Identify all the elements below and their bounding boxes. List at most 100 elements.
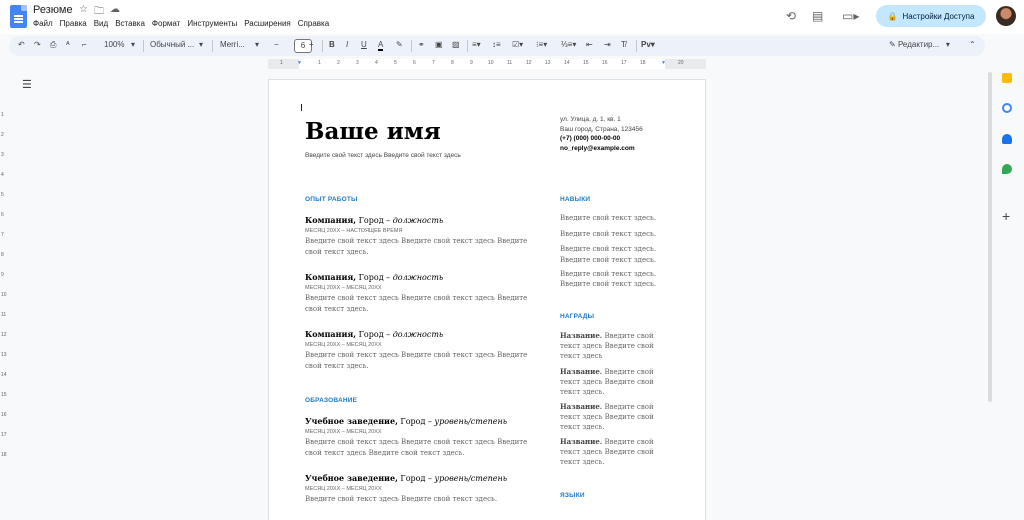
checklist-icon[interactable]: ☑▾ [512,40,523,49]
ruler-tick: 12 [1,332,7,338]
award-item[interactable]: Название. Введите свой текст здесь Введи… [560,437,655,467]
italic-icon[interactable]: I [346,40,348,49]
comment-icon[interactable]: ▤ [812,9,823,23]
font-select[interactable]: Merri... [220,40,245,49]
menu-extensions[interactable]: Расширения [244,19,291,28]
side-panel: + [996,56,1024,512]
section-education-heading[interactable]: ОБРАЗОВАНИЕ [305,397,357,404]
ruler-tick: 14 [1,372,7,378]
ruler-tick: 10 [1,292,7,298]
zoom-select[interactable]: 100% [104,40,124,49]
link-icon[interactable]: ⚭ [418,40,425,49]
increase-indent-icon[interactable]: ⇥ [604,40,611,49]
right-indent-marker-icon[interactable]: ▼ [661,60,666,66]
education-degree: уровень/степень [434,417,508,426]
increase-font-icon[interactable]: + [309,40,314,49]
education-entry[interactable]: Учебное заведение, Город – уровень/степе… [305,473,535,505]
ruler-tick: 14 [564,60,570,66]
work-company: Компания, [305,272,357,282]
menu-view[interactable]: Вид [94,19,108,28]
education-city: Город – [397,417,435,426]
contact-city: Ваш город, Страна, 123456 [560,125,643,133]
menu-edit[interactable]: Правка [60,19,87,28]
contacts-icon[interactable] [1002,134,1012,144]
ruler-tick: 9 [1,272,4,278]
skill-item[interactable]: Введите свой текст здесь. [560,245,656,253]
award-item[interactable]: Название. Введите свой текст здесь Введи… [560,331,655,361]
ruler-tick: 7 [1,232,4,238]
underline-icon[interactable]: U [361,40,367,49]
skill-item[interactable]: Введите свой текст здесь. [560,280,656,288]
skill-item[interactable]: Введите свой текст здесь. [560,256,656,264]
ruler-tick: 1 [1,112,4,118]
menu-tools[interactable]: Инструменты [187,19,237,28]
avatar[interactable] [996,6,1016,26]
skill-item[interactable]: Введите свой текст здесь. [560,214,656,222]
horizontal-ruler[interactable]: 1 ▼ 1 2 3 4 5 6 7 8 9 10 11 12 13 14 15 … [268,59,706,69]
menu-file[interactable]: Файл [33,19,53,28]
resume-name[interactable]: Ваше имя [305,118,441,145]
undo-icon[interactable]: ↶ [18,40,25,49]
share-button[interactable]: 🔒 Настройки Доступа [876,5,986,27]
insert-image-icon[interactable]: ▨ [452,40,460,49]
tasks-icon[interactable] [1002,103,1012,113]
redo-icon[interactable]: ↷ [34,40,41,49]
video-icon[interactable]: ▭▸ [842,9,859,23]
menu-bar: Файл Правка Вид Вставка Формат Инструмен… [33,19,329,28]
text-color-icon[interactable]: A [378,40,384,51]
history-icon[interactable]: ⟲ [786,9,796,23]
ruler-tick: 11 [1,312,7,318]
menu-format[interactable]: Формат [152,19,180,28]
skill-item[interactable]: Введите свой текст здесь. [560,270,656,278]
work-entry[interactable]: Компания, Город – должность МЕСЯЦ 20XX –… [305,272,535,314]
section-work-heading[interactable]: ОПЫТ РАБОТЫ [305,196,358,203]
skill-item[interactable]: Введите свой текст здесь. [560,230,656,238]
align-icon[interactable]: ≡▾ [472,40,481,49]
ruler-tick: 8 [451,60,454,66]
work-entry[interactable]: Компания, Город – должность МЕСЯЦ 20XX –… [305,329,535,371]
print-icon[interactable]: ⎙ [50,40,56,50]
resume-subtitle[interactable]: Введите свой текст здесь Введите свой те… [305,152,461,159]
award-item[interactable]: Название. Введите свой текст здесь Введи… [560,402,655,432]
menu-insert[interactable]: Вставка [115,19,145,28]
decrease-font-icon[interactable]: − [274,40,279,49]
contact-block[interactable]: ул. Улица, д. 1, кв. 1 Ваш город, Страна… [560,115,643,153]
edit-mode-select[interactable]: ✎ Редактир... ▾ [889,40,950,49]
document-outline-icon[interactable]: ☰ [22,78,32,91]
maps-icon[interactable] [1002,164,1012,174]
chevron-up-icon[interactable]: ⌃ [969,40,976,49]
scrollbar[interactable] [988,72,992,402]
ruler-tick: 18 [1,452,7,458]
keep-icon[interactable] [1002,73,1012,83]
docs-logo-icon[interactable] [10,5,27,28]
education-entry[interactable]: Учебное заведение, Город – уровень/степе… [305,416,535,458]
numbered-list-icon[interactable]: ⅓≡▾ [561,40,576,49]
add-addon-icon[interactable]: + [1002,208,1010,224]
document-title[interactable]: Резюме [33,4,73,16]
award-item[interactable]: Название. Введите свой текст здесь Введи… [560,367,655,397]
section-skills-heading[interactable]: НАВЫКИ [560,196,590,203]
bulleted-list-icon[interactable]: ⁝≡▾ [536,40,547,49]
add-comment-icon[interactable]: ▣ [435,40,443,49]
spellcheck-icon[interactable]: ᴬ [66,40,70,49]
paint-format-icon[interactable]: ⌐ [82,40,87,49]
indent-marker-icon[interactable]: ▼ [297,60,302,66]
ruler-tick: 2 [337,60,340,66]
bold-icon[interactable]: B [329,40,335,49]
input-tools-icon[interactable]: Pv▾ [641,40,655,49]
vertical-ruler[interactable]: 1 2 3 4 5 6 7 8 9 10 11 12 13 14 15 16 1… [0,72,10,512]
highlight-icon[interactable]: ✎ [396,40,403,49]
work-company: Компания, [305,329,357,339]
clear-formatting-icon[interactable]: T̸ [621,40,626,49]
ruler-tick: 17 [1,432,7,438]
section-awards-heading[interactable]: НАГРАДЫ [560,313,594,320]
ruler-tick: 5 [394,60,397,66]
style-select[interactable]: Обычный ... [150,40,194,49]
line-spacing-icon[interactable]: ↕≡ [492,40,501,49]
work-city: Город – [356,273,393,282]
menu-help[interactable]: Справка [298,19,329,28]
work-date: МЕСЯЦ 20XX – МЕСЯЦ 20XX [305,342,382,348]
section-languages-heading[interactable]: ЯЗЫКИ [560,492,585,499]
decrease-indent-icon[interactable]: ⇤ [586,40,593,49]
work-entry[interactable]: Компания, Город – должность МЕСЯЦ 20XX –… [305,215,535,257]
